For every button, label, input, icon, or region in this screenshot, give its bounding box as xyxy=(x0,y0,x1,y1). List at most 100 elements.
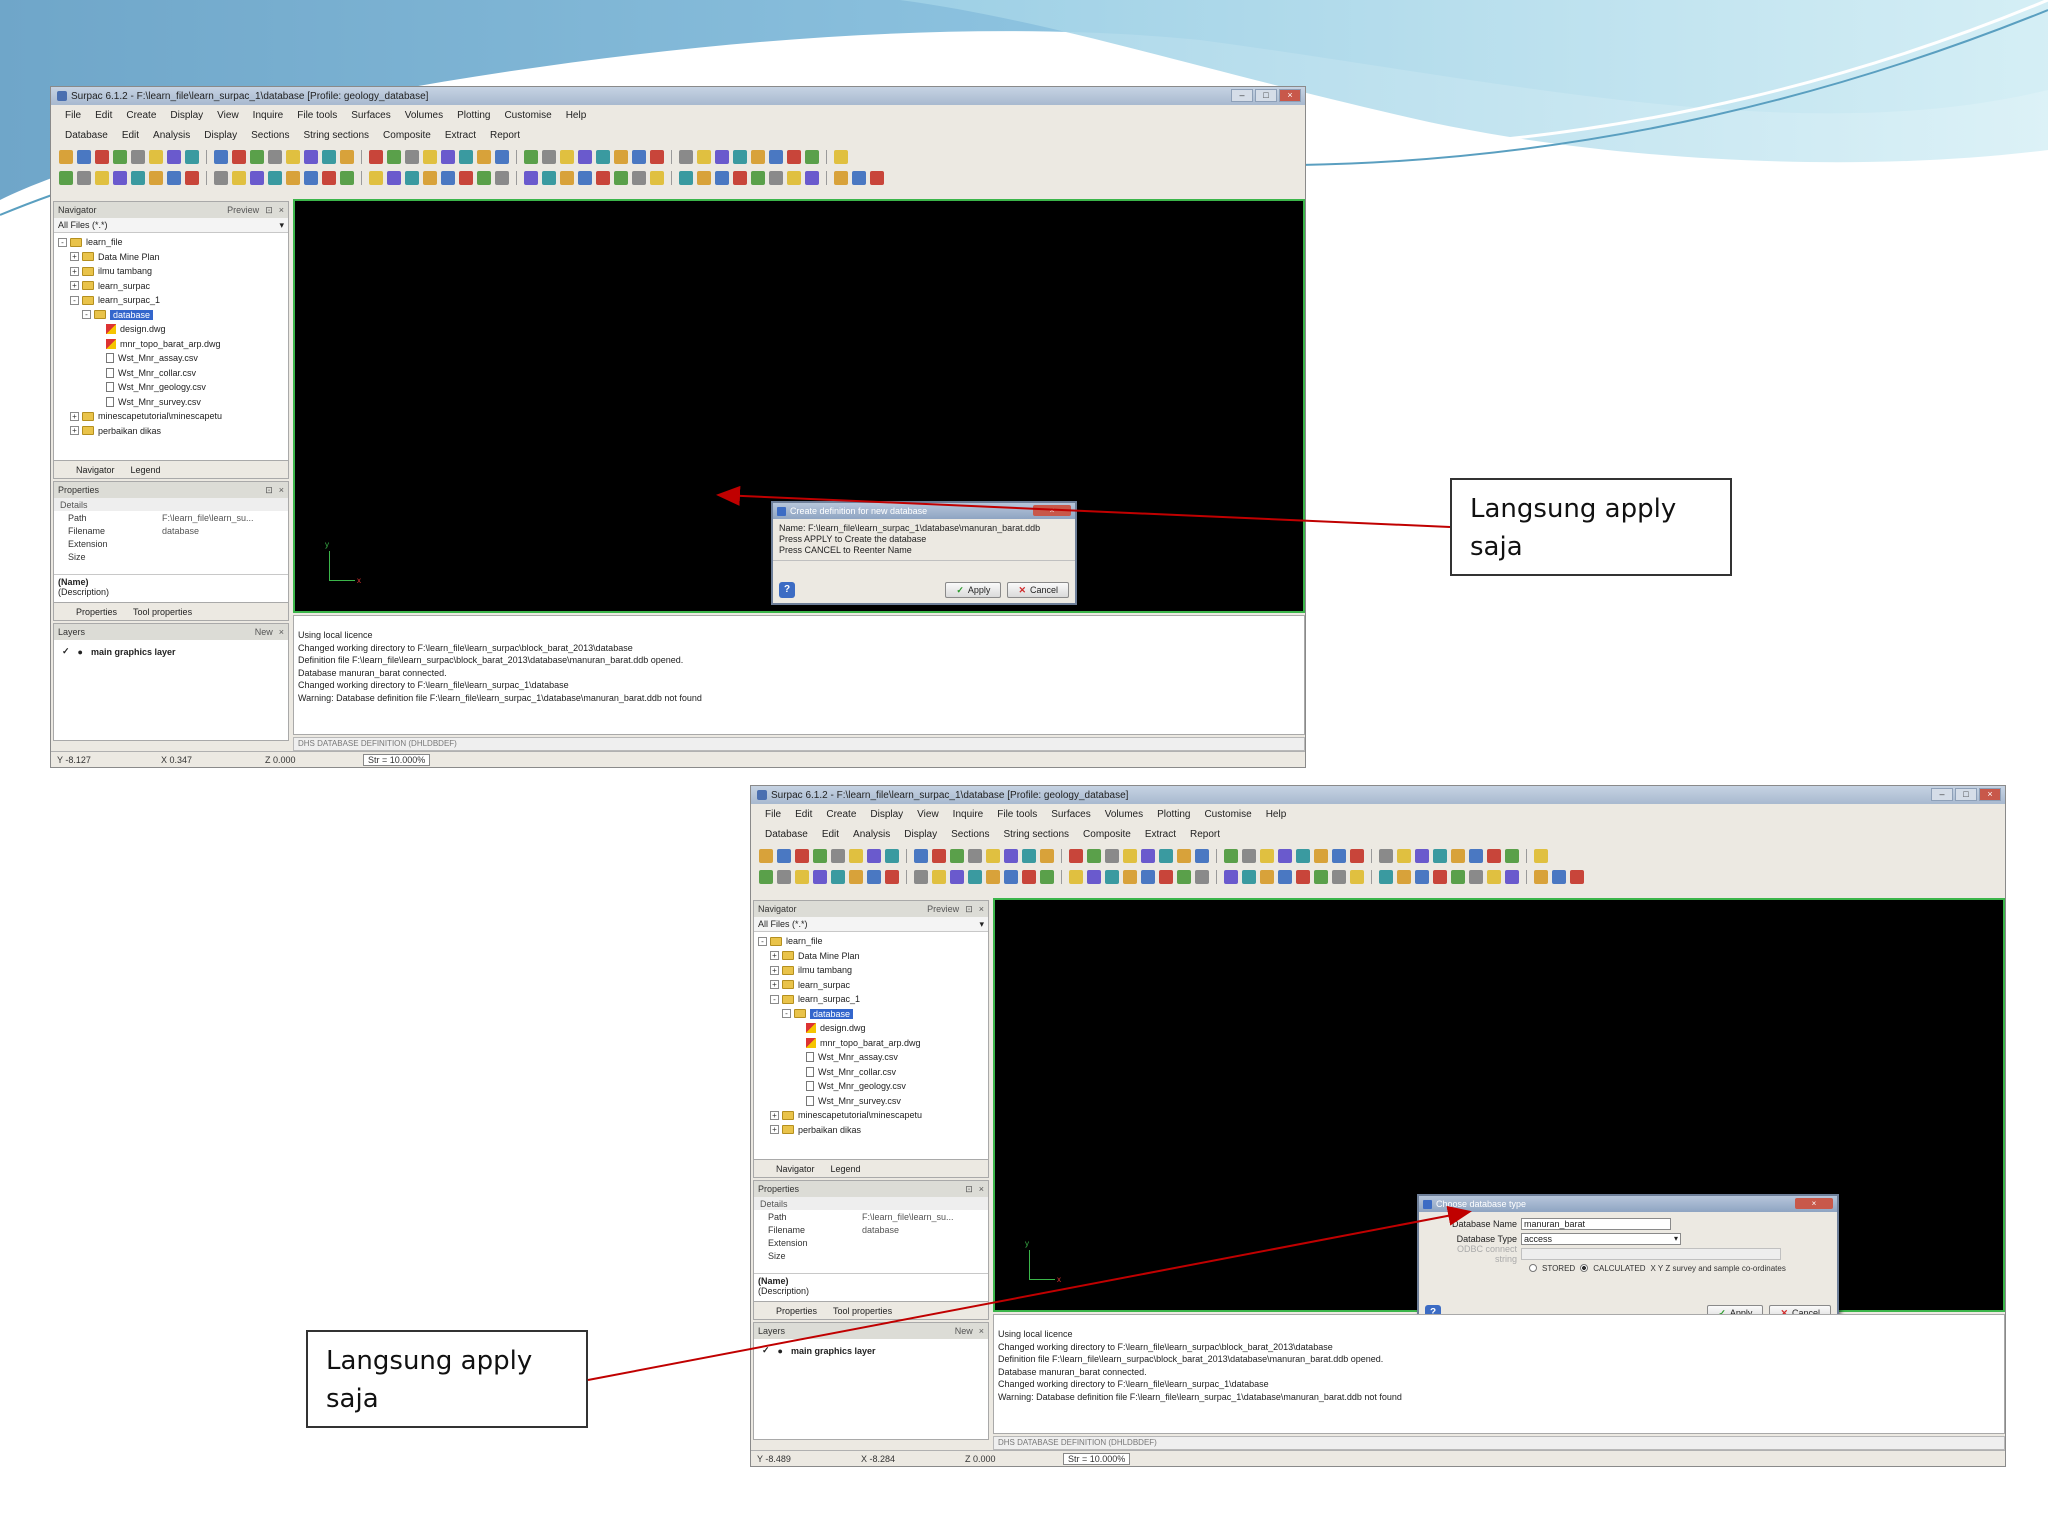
toolbar-tool-icon[interactable] xyxy=(769,150,783,164)
tree-item[interactable]: mnr_topo_barat_arp.dwg xyxy=(58,337,284,352)
menu-help[interactable]: Help xyxy=(1266,809,1287,820)
toolbar-tool-icon[interactable] xyxy=(1040,870,1054,884)
toolbar-tool-icon[interactable] xyxy=(1552,870,1566,884)
property-row[interactable]: Extension xyxy=(54,537,288,550)
tree-item[interactable]: - database xyxy=(58,308,284,323)
toolbar-tool-icon[interactable] xyxy=(932,870,946,884)
toolbar-tool-icon[interactable] xyxy=(1195,870,1209,884)
toolbar-tool-icon[interactable] xyxy=(1379,870,1393,884)
toolbar-tool-icon[interactable] xyxy=(185,150,199,164)
eye-icon[interactable]: ● xyxy=(78,647,83,657)
toolbar-tool-icon[interactable] xyxy=(560,150,574,164)
new-layer-button[interactable]: New xyxy=(955,1326,973,1336)
toolbar-tool-icon[interactable] xyxy=(1433,870,1447,884)
toolbar-tool-icon[interactable] xyxy=(968,870,982,884)
toolbar-tool-icon[interactable] xyxy=(1004,870,1018,884)
expand-icon[interactable]: + xyxy=(770,980,779,990)
toolbar-tool-icon[interactable] xyxy=(870,171,884,185)
toolbar-tool-icon[interactable] xyxy=(1487,870,1501,884)
menu-display[interactable]: Display xyxy=(870,809,903,820)
toolbar-tool-icon[interactable] xyxy=(679,171,693,185)
toolbar-tool-icon[interactable] xyxy=(632,150,646,164)
file-filter-dropdown[interactable]: All Files (*.*) ▾ xyxy=(754,917,988,932)
toolbar-tool-icon[interactable] xyxy=(1296,870,1310,884)
close-icon[interactable]: × xyxy=(279,627,284,637)
tab-properties[interactable]: Properties xyxy=(76,607,117,617)
properties-group-details[interactable]: Details xyxy=(754,1197,988,1210)
menu-plotting[interactable]: Plotting xyxy=(457,110,490,121)
close-button[interactable]: × xyxy=(1979,788,2001,801)
property-row[interactable]: Path F:\learn_file\learn_su... xyxy=(54,511,288,524)
toolbar-tool-icon[interactable] xyxy=(477,171,491,185)
tab-legend[interactable]: Legend xyxy=(131,465,161,475)
menu-display[interactable]: Display xyxy=(170,110,203,121)
tree-item[interactable]: Wst_Mnr_geology.csv xyxy=(58,380,284,395)
menu-extract[interactable]: Extract xyxy=(445,130,476,141)
toolbar-tool-icon[interactable] xyxy=(1141,849,1155,863)
toolbar-tool-icon[interactable] xyxy=(679,150,693,164)
tree-item[interactable]: - learn_surpac_1 xyxy=(58,293,284,308)
toolbar-tool-icon[interactable] xyxy=(1397,870,1411,884)
toolbar-tool-icon[interactable] xyxy=(1332,870,1346,884)
toolbar-tool-icon[interactable] xyxy=(560,171,574,185)
toolbar-tool-icon[interactable] xyxy=(733,150,747,164)
tree-item[interactable]: design.dwg xyxy=(758,1021,984,1036)
menu-edit[interactable]: Edit xyxy=(95,110,112,121)
toolbar-tool-icon[interactable] xyxy=(914,870,928,884)
toolbar-tool-icon[interactable] xyxy=(1123,870,1137,884)
expand-icon[interactable]: + xyxy=(770,1125,779,1135)
menu-volumes[interactable]: Volumes xyxy=(405,110,443,121)
toolbar-tool-icon[interactable] xyxy=(1159,870,1173,884)
toolbar-tool-icon[interactable] xyxy=(405,150,419,164)
toolbar-tool-icon[interactable] xyxy=(232,171,246,185)
toolbar-tool-icon[interactable] xyxy=(322,171,336,185)
toolbar-tool-icon[interactable] xyxy=(795,849,809,863)
toolbar-tool-icon[interactable] xyxy=(986,849,1000,863)
toolbar-tool-icon[interactable] xyxy=(596,171,610,185)
pin-icon[interactable]: ⊡ xyxy=(965,904,973,915)
collapse-icon[interactable]: - xyxy=(70,295,79,305)
toolbar-tool-icon[interactable] xyxy=(986,870,1000,884)
toolbar-tool-icon[interactable] xyxy=(1177,849,1191,863)
toolbar-tool-icon[interactable] xyxy=(1159,849,1173,863)
tab-legend[interactable]: Legend xyxy=(831,1164,861,1174)
toolbar-tool-icon[interactable] xyxy=(59,150,73,164)
tree-item[interactable]: Wst_Mnr_collar.csv xyxy=(58,366,284,381)
toolbar-tool-icon[interactable] xyxy=(1534,849,1548,863)
toolbar-tool-icon[interactable] xyxy=(250,171,264,185)
expand-icon[interactable]: + xyxy=(770,965,779,975)
toolbar-tool-icon[interactable] xyxy=(1415,849,1429,863)
toolbar-tool-icon[interactable] xyxy=(477,150,491,164)
toolbar-tool-icon[interactable] xyxy=(834,171,848,185)
toolbar-tool-icon[interactable] xyxy=(286,171,300,185)
toolbar-tool-icon[interactable] xyxy=(849,849,863,863)
menu-inquire[interactable]: Inquire xyxy=(953,809,984,820)
menu-display[interactable]: Display xyxy=(904,829,937,840)
property-row[interactable]: Filename database xyxy=(754,1223,988,1236)
expand-icon[interactable]: + xyxy=(70,426,79,436)
toolbar-tool-icon[interactable] xyxy=(322,150,336,164)
toolbar-tool-icon[interactable] xyxy=(542,171,556,185)
toolbar-tool-icon[interactable] xyxy=(632,171,646,185)
toolbar-tool-icon[interactable] xyxy=(369,150,383,164)
toolbar-tool-icon[interactable] xyxy=(1451,870,1465,884)
toolbar-tool-icon[interactable] xyxy=(95,150,109,164)
menu-string-sections[interactable]: String sections xyxy=(1003,829,1069,840)
toolbar-tool-icon[interactable] xyxy=(423,150,437,164)
toolbar-tool-icon[interactable] xyxy=(232,150,246,164)
toolbar-tool-icon[interactable] xyxy=(1332,849,1346,863)
toolbar-tool-icon[interactable] xyxy=(387,171,401,185)
toolbar-tool-icon[interactable] xyxy=(867,849,881,863)
expand-icon[interactable]: + xyxy=(770,1110,779,1120)
menu-extract[interactable]: Extract xyxy=(1145,829,1176,840)
toolbar-tool-icon[interactable] xyxy=(1314,870,1328,884)
toolbar-tool-icon[interactable] xyxy=(1105,849,1119,863)
close-icon[interactable]: × xyxy=(279,485,284,496)
file-filter-dropdown[interactable]: All Files (*.*) ▾ xyxy=(54,218,288,233)
toolbar-tool-icon[interactable] xyxy=(459,150,473,164)
toolbar-tool-icon[interactable] xyxy=(831,849,845,863)
command-line[interactable]: DHS DATABASE DEFINITION (DHLDBDEF) xyxy=(993,1436,2005,1450)
toolbar-tool-icon[interactable] xyxy=(286,150,300,164)
toolbar-tool-icon[interactable] xyxy=(1534,870,1548,884)
preview-toggle[interactable]: Preview xyxy=(227,205,259,216)
